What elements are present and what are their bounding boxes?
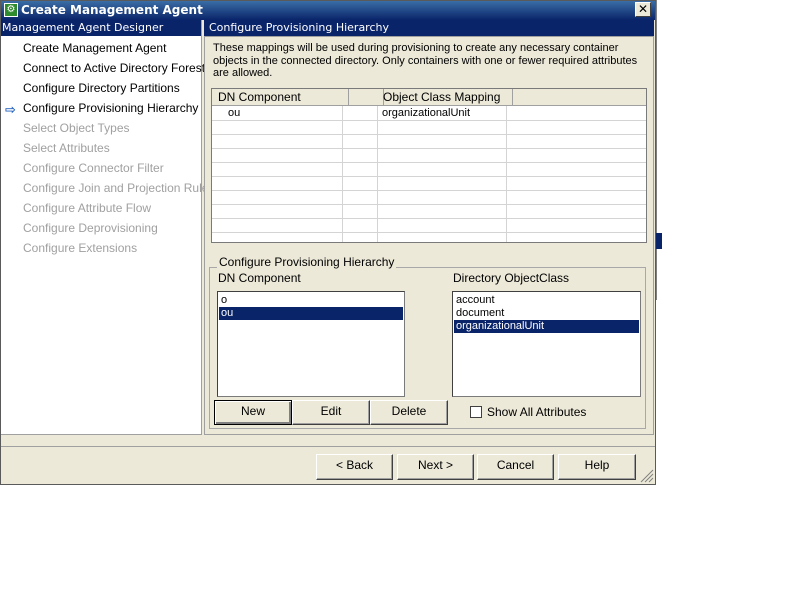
current-step-arrow-icon: ⇨ [5, 103, 16, 118]
nav-item-select-attributes: Select Attributes [23, 141, 110, 155]
list-item-selected[interactable]: ou [219, 307, 403, 320]
designer-nav-pane: Management Agent Designer ⇨ Create Manag… [1, 20, 214, 435]
next-button[interactable]: Next > [397, 454, 474, 480]
column-header-object-class-mapping[interactable]: Object Class Mapping [377, 89, 513, 106]
footer-divider [1, 446, 655, 447]
table-row-empty [212, 134, 646, 149]
table-row[interactable]: ou organizationalUnit [212, 106, 646, 121]
table-row-empty [212, 204, 646, 219]
nav-item-configure-connector-filter: Configure Connector Filter [23, 161, 164, 175]
dn-component-label: DN Component [218, 271, 301, 285]
table-row-empty [212, 218, 646, 233]
nav-item-create-management-agent[interactable]: Create Management Agent [23, 40, 166, 60]
mappings-table[interactable]: DN Component Object Class Mapping ou org… [211, 88, 647, 243]
show-all-attributes-checkbox[interactable] [470, 406, 482, 418]
table-cell-dn: ou [228, 107, 241, 119]
app-icon: ⚙ [4, 3, 18, 17]
background-window-edge [656, 0, 664, 300]
designer-nav-header: Management Agent Designer [1, 20, 201, 36]
page-title: Configure Provisioning Hierarchy [204, 20, 654, 36]
title-bar[interactable]: ⚙ Create Management Agent ✕ [1, 1, 655, 20]
directory-objectclass-label: Directory ObjectClass [453, 271, 570, 285]
cancel-button[interactable]: Cancel [477, 454, 554, 480]
table-row-empty [212, 190, 646, 205]
page-description: These mappings will be used during provi… [213, 42, 638, 79]
list-item[interactable]: account [454, 294, 639, 307]
list-item[interactable]: document [454, 307, 639, 320]
close-button[interactable]: ✕ [635, 2, 651, 17]
group-title: Configure Provisioning Hierarchy [217, 255, 397, 269]
help-button[interactable]: Help [558, 454, 636, 480]
new-button[interactable]: New [214, 400, 292, 425]
show-all-attributes-label[interactable]: Show All Attributes [487, 405, 586, 419]
column-header-dn-component[interactable]: DN Component [212, 89, 349, 106]
window-title: Create Management Agent [21, 3, 203, 17]
nav-item-configure-join-projection: Configure Join and Projection Rules [23, 181, 215, 195]
nav-item-configure-partitions[interactable]: Configure Directory Partitions [23, 80, 180, 100]
nav-item-configure-provisioning-hierarchy[interactable]: Configure Provisioning Hierarchy [23, 100, 198, 120]
mappings-table-header: DN Component Object Class Mapping [212, 89, 646, 106]
list-item[interactable]: o [219, 294, 403, 307]
close-icon: ✕ [637, 2, 649, 16]
table-cell-object-class: organizationalUnit [382, 107, 471, 119]
edit-button[interactable]: Edit [292, 400, 370, 425]
back-button[interactable]: < Back [316, 454, 393, 480]
nav-item-select-object-types: Select Object Types [23, 121, 130, 135]
table-row-empty [212, 148, 646, 163]
nav-item-configure-attribute-flow: Configure Attribute Flow [23, 201, 152, 215]
nav-item-configure-extensions: Configure Extensions [23, 241, 138, 255]
dn-component-listbox[interactable]: o ou [217, 291, 405, 397]
create-management-agent-window: ⚙ Create Management Agent ✕ Management A… [0, 0, 656, 485]
nav-item-configure-deprovisioning: Configure Deprovisioning [23, 221, 158, 235]
table-row-empty [212, 162, 646, 177]
background-window-selection [656, 233, 662, 249]
directory-objectclass-listbox[interactable]: account document organizationalUnit [452, 291, 641, 397]
delete-button[interactable]: Delete [370, 400, 448, 425]
table-row-empty [212, 120, 646, 135]
table-row-empty [212, 176, 646, 191]
resize-grip-icon[interactable] [638, 467, 654, 483]
nav-item-connect-forest[interactable]: Connect to Active Directory Forest [23, 60, 205, 80]
list-item-selected[interactable]: organizationalUnit [454, 320, 639, 333]
